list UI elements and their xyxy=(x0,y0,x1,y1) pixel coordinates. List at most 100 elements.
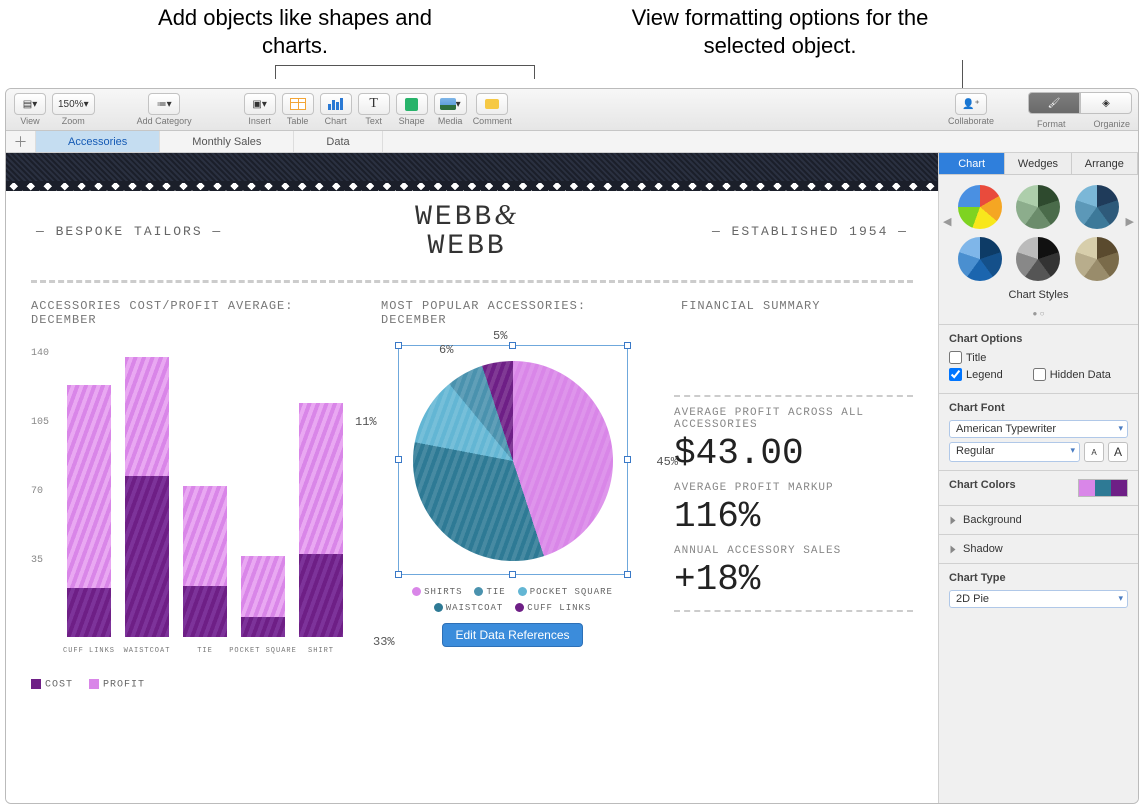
selection-handle[interactable] xyxy=(395,571,402,578)
pie-label-11: 11% xyxy=(355,415,377,429)
shape-icon xyxy=(405,98,418,111)
annotation-left: Add objects like shapes and charts. xyxy=(155,4,435,59)
legend-cost: COST xyxy=(45,679,73,690)
logo: WEBB&WEBB xyxy=(415,201,519,262)
bar-waistcoat: WAISTCOAT xyxy=(125,355,169,637)
table-icon xyxy=(290,98,306,110)
styles-prev-icon[interactable]: ◀ xyxy=(943,215,951,228)
summary-label-1: AVERAGE PROFIT ACROSS ALL ACCESSORIES xyxy=(674,407,913,431)
inspector-tab-chart[interactable]: Chart xyxy=(939,153,1005,175)
inspector-tab-wedges[interactable]: Wedges xyxy=(1005,153,1071,175)
chart-icon xyxy=(328,98,344,110)
selection-handle[interactable] xyxy=(395,342,402,349)
inspector-tab-arrange[interactable]: Arrange xyxy=(1072,153,1138,175)
chart-style-3[interactable] xyxy=(1075,185,1119,229)
comment-label: Comment xyxy=(473,116,512,126)
legend-profit: PROFIT xyxy=(103,679,145,690)
add-sheet-button[interactable]: ＋ xyxy=(6,131,36,152)
selection-handle[interactable] xyxy=(509,342,516,349)
organize-label: Organize xyxy=(1093,119,1130,129)
selection-handle[interactable] xyxy=(624,342,631,349)
shadow-row[interactable]: Shadow xyxy=(963,543,1003,555)
bar-label: CUFF LINKS xyxy=(63,647,115,655)
summary-title: FINANCIAL SUMMARY xyxy=(681,299,913,327)
view-button[interactable]: ▤▾ xyxy=(14,93,46,115)
font-larger-button[interactable]: A xyxy=(1108,442,1128,462)
tab-monthly-sales[interactable]: Monthly Sales xyxy=(160,131,294,152)
selection-handle[interactable] xyxy=(395,456,402,463)
bar-cuff-links: CUFF LINKS xyxy=(67,355,111,637)
font-smaller-button[interactable]: A xyxy=(1084,442,1104,462)
media-button[interactable]: ▾ xyxy=(434,93,467,115)
format-button[interactable]: 🖌 xyxy=(1028,92,1080,114)
hidden-data-checkbox[interactable] xyxy=(1033,368,1046,381)
title-checkbox[interactable] xyxy=(949,351,962,364)
pie-chart-selected[interactable]: 45% 33% 11% 6% 5% SHIRTSTIEPOCKET SQUARE… xyxy=(375,345,650,647)
bar-chart[interactable]: 35 70 105 140 CUFF LINKSWAISTCOATTIEPOCK… xyxy=(31,345,351,691)
bar-label: WAISTCOAT xyxy=(124,647,171,655)
annotation-right: View formatting options for the selected… xyxy=(600,4,960,59)
financial-summary: AVERAGE PROFIT ACROSS ALL ACCESSORIES $4… xyxy=(674,345,913,622)
chart-button[interactable] xyxy=(320,93,352,115)
chart-label: Chart xyxy=(325,116,347,126)
toolbar: ▤▾ View 150%▾ Zoom ≔▾ Add Category ▣▾ In… xyxy=(6,89,1138,131)
title-cb-label: Title xyxy=(966,352,986,364)
summary-label-3: ANNUAL ACCESSORY SALES xyxy=(674,545,913,557)
chart-options-label: Chart Options xyxy=(949,333,1128,345)
sheet-canvas[interactable]: — BESPOKE TAILORS — WEBB&WEBB — ESTABLIS… xyxy=(6,153,938,803)
bar-label: TIE xyxy=(197,647,213,655)
legend-cb-label: Legend xyxy=(966,369,1003,381)
numbers-window: ▤▾ View 150%▾ Zoom ≔▾ Add Category ▣▾ In… xyxy=(5,88,1139,804)
pie-label-33: 33% xyxy=(373,635,395,649)
font-family-select[interactable]: American Typewriter xyxy=(949,420,1128,438)
chart-style-1[interactable] xyxy=(958,185,1002,229)
established-caption: — ESTABLISHED 1954 — xyxy=(712,224,908,239)
summary-value-1: $43.00 xyxy=(674,433,913,474)
comment-button[interactable] xyxy=(476,93,508,115)
tab-accessories[interactable]: Accessories xyxy=(36,131,160,152)
pie-label-45: 45% xyxy=(656,455,678,469)
media-label: Media xyxy=(438,116,463,126)
zoom-button[interactable]: 150%▾ xyxy=(52,93,95,115)
selection-handle[interactable] xyxy=(624,571,631,578)
shape-button[interactable] xyxy=(396,93,428,115)
font-style-select[interactable]: Regular xyxy=(949,442,1080,462)
text-button[interactable]: T xyxy=(358,93,390,115)
ytick-70: 70 xyxy=(31,486,43,497)
summary-value-3: +18% xyxy=(674,559,913,600)
collaborate-button[interactable]: 👤⁺ xyxy=(955,93,987,115)
organize-button[interactable]: ◈ xyxy=(1080,92,1132,114)
chart-colors-picker[interactable] xyxy=(1078,479,1128,497)
pie-graphic xyxy=(413,361,613,561)
pie-legend-item: CUFF LINKS xyxy=(515,603,591,613)
table-button[interactable] xyxy=(282,93,314,115)
pie-legend: SHIRTSTIEPOCKET SQUAREWAISTCOATCUFF LINK… xyxy=(375,587,650,613)
background-row[interactable]: Background xyxy=(963,514,1022,526)
chart-style-4[interactable] xyxy=(958,237,1002,281)
ytick-140: 140 xyxy=(31,348,49,359)
ytick-105: 105 xyxy=(31,417,49,428)
header-texture xyxy=(6,153,938,183)
tab-data[interactable]: Data xyxy=(294,131,382,152)
selection-handle[interactable] xyxy=(624,456,631,463)
add-category-button[interactable]: ≔▾ xyxy=(148,93,180,115)
edit-data-references-button[interactable]: Edit Data References xyxy=(442,623,582,647)
chart-style-6[interactable] xyxy=(1075,237,1119,281)
disclosure-icon[interactable] xyxy=(951,546,956,554)
pie-label-6: 6% xyxy=(439,343,453,357)
styles-next-icon[interactable]: ▶ xyxy=(1126,215,1134,228)
chart-styles-grid xyxy=(939,175,1138,285)
bar-pocket-square: POCKET SQUARE xyxy=(241,355,285,637)
comment-icon xyxy=(485,99,499,109)
chart-style-5[interactable] xyxy=(1016,237,1060,281)
legend-checkbox[interactable] xyxy=(949,368,962,381)
insert-button[interactable]: ▣▾ xyxy=(244,93,276,115)
zoom-label: Zoom xyxy=(62,116,85,126)
chart-type-select[interactable]: 2D Pie xyxy=(949,590,1128,608)
pie-legend-item: WAISTCOAT xyxy=(434,603,504,613)
bespoke-caption: — BESPOKE TAILORS — xyxy=(36,224,222,239)
chart-style-2[interactable] xyxy=(1016,185,1060,229)
selection-handle[interactable] xyxy=(509,571,516,578)
pie-legend-item: SHIRTS xyxy=(412,587,462,597)
disclosure-icon[interactable] xyxy=(951,517,956,525)
